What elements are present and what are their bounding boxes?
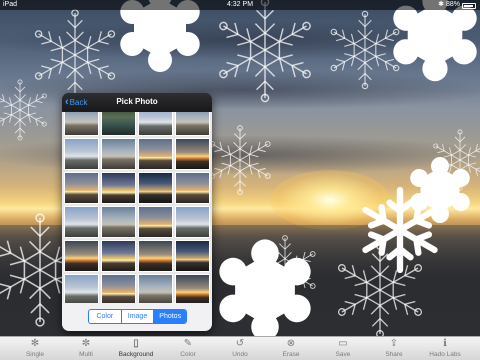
- pick-photo-popover: Pick Photo ‹ Back Color Image Photos: [62, 93, 212, 331]
- tool-undo-button[interactable]: ↺ Undo: [216, 337, 264, 360]
- photo-thumbnail[interactable]: [175, 206, 210, 238]
- info-icon: ℹ: [443, 338, 447, 349]
- status-bar: iPad 4:32 PM ✱ 88%: [0, 0, 480, 10]
- photo-thumbnail[interactable]: [101, 206, 136, 238]
- tool-info-button[interactable]: ℹ Hado Labs: [421, 337, 469, 360]
- photo-thumbnail[interactable]: [64, 138, 99, 170]
- photo-thumbnail[interactable]: [101, 240, 136, 272]
- photo-thumbnail[interactable]: [138, 274, 173, 303]
- tool-color-button[interactable]: ✎ Color: [164, 337, 212, 360]
- bluetooth-icon: ✱: [438, 1, 444, 8]
- photo-grid[interactable]: [62, 112, 212, 303]
- photo-thumbnail[interactable]: [101, 138, 136, 170]
- segment-image[interactable]: Image: [120, 310, 154, 323]
- tool-single-button[interactable]: ✻ Single: [11, 337, 59, 360]
- tool-erase-button[interactable]: ⊗ Erase: [267, 337, 315, 360]
- undo-icon: ↺: [235, 338, 245, 349]
- photo-thumbnail[interactable]: [175, 172, 210, 204]
- photo-thumbnail[interactable]: [175, 138, 210, 170]
- clock: 4:32 PM: [226, 1, 254, 8]
- back-button[interactable]: ‹ Back: [65, 96, 87, 108]
- battery-percent: 88%: [445, 1, 460, 8]
- photo-thumbnail[interactable]: [175, 112, 210, 136]
- photo-thumbnail[interactable]: [64, 112, 99, 136]
- share-icon: ⇪: [389, 338, 399, 349]
- photo-thumbnail[interactable]: [64, 206, 99, 238]
- photo-thumbnail[interactable]: [175, 274, 210, 303]
- chevron-left-icon: ‹: [65, 96, 69, 108]
- bottom-toolbar: ✻ Single ✼ Multi ▯ Background ✎ Color ↺ …: [0, 336, 480, 360]
- photo-thumbnail[interactable]: [138, 240, 173, 272]
- tool-save-button[interactable]: ▭ Save: [319, 337, 367, 360]
- segment-photos[interactable]: Photos: [153, 310, 186, 323]
- photo-thumbnail[interactable]: [64, 274, 99, 303]
- battery-icon: [462, 3, 476, 9]
- erase-icon: ⊗: [286, 338, 296, 349]
- brush-icon: ✎: [183, 338, 193, 349]
- photo-thumbnail[interactable]: [101, 112, 136, 136]
- source-segmented-control[interactable]: Color Image Photos: [88, 309, 187, 324]
- source-segment-bar: Color Image Photos: [62, 303, 212, 331]
- tool-multi-button[interactable]: ✼ Multi: [62, 337, 110, 360]
- snowflake-icon: ✻: [30, 338, 40, 349]
- document-icon: ▯: [133, 338, 139, 349]
- photo-thumbnail[interactable]: [138, 206, 173, 238]
- back-label: Back: [69, 97, 88, 107]
- segment-color[interactable]: Color: [89, 310, 121, 323]
- save-icon: ▭: [338, 338, 348, 349]
- photo-thumbnail[interactable]: [138, 112, 173, 136]
- multi-snowflake-icon: ✼: [81, 338, 91, 349]
- photo-thumbnail[interactable]: [138, 138, 173, 170]
- photo-thumbnail[interactable]: [138, 172, 173, 204]
- photo-thumbnail[interactable]: [175, 240, 210, 272]
- photo-thumbnail[interactable]: [101, 274, 136, 303]
- photo-thumbnail[interactable]: [64, 172, 99, 204]
- photo-thumbnail[interactable]: [101, 172, 136, 204]
- popover-header: Pick Photo ‹ Back: [62, 93, 212, 111]
- tool-background-button[interactable]: ▯ Background: [112, 337, 160, 360]
- tool-share-button[interactable]: ⇪ Share: [370, 337, 418, 360]
- photo-thumbnail[interactable]: [64, 240, 99, 272]
